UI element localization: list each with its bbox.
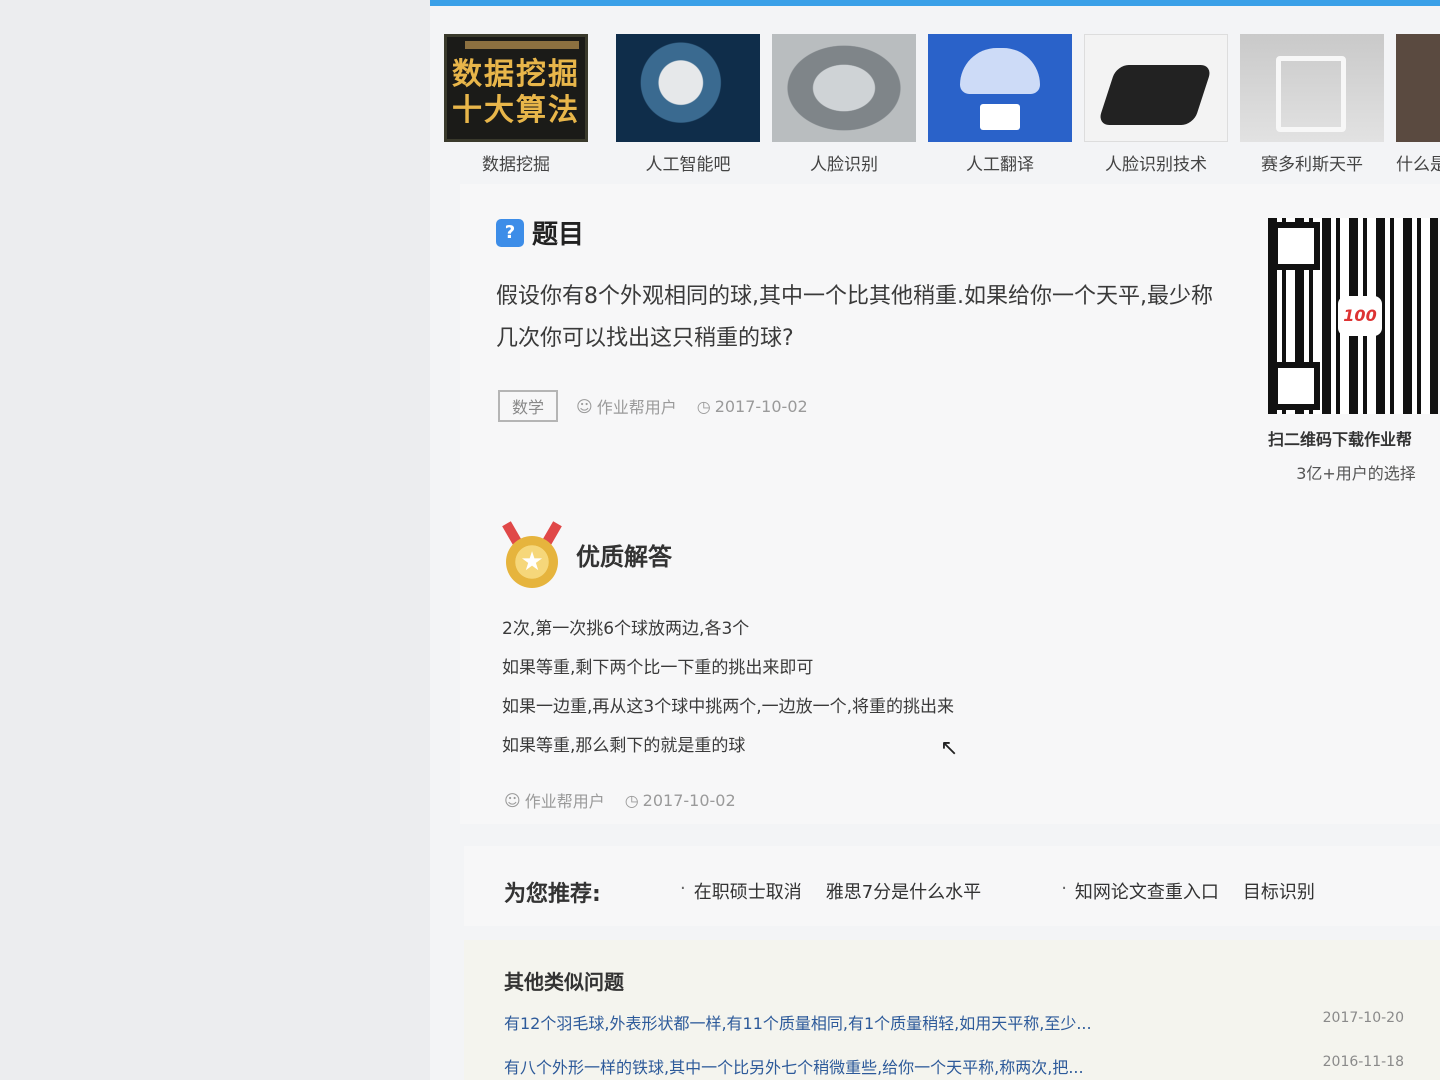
banner-caption: 人脸识别技术	[1105, 155, 1207, 175]
monitor-icon	[980, 104, 1020, 130]
mouse-cursor-icon: ↖	[940, 736, 959, 761]
tablet-device-icon	[1097, 65, 1213, 125]
bullet-icon: ·	[1061, 878, 1067, 899]
recommend-link[interactable]: 知网论文查重入口	[1075, 878, 1219, 904]
related-topics-banner: 数据挖掘 十大算法 数据挖掘 人工智能吧 人脸识别 人工翻译 人脸识别技术 赛多…	[444, 34, 1440, 184]
answer-line: 如果等重,那么剩下的就是重的球	[502, 736, 746, 756]
app-logo-icon: 100	[1338, 296, 1382, 336]
user-icon: ☺	[576, 396, 593, 416]
banner-caption: 人工翻译	[966, 155, 1034, 175]
page-content: 数据挖掘 十大算法 数据挖掘 人工智能吧 人脸识别 人工翻译 人脸识别技术 赛多…	[430, 6, 1440, 1080]
banner-item-ai-forum[interactable]: 人工智能吧	[616, 34, 760, 184]
user-icon: ☺	[504, 790, 521, 810]
question-user: 作业帮用户	[596, 398, 677, 417]
banner-item-face-recognition[interactable]: 人脸识别	[772, 34, 916, 184]
recommend-link[interactable]: 目标识别	[1243, 878, 1315, 904]
answer-line: 2次,第一次挑6个球放两边,各3个	[502, 619, 750, 639]
face-mesh-thumbnail	[772, 34, 916, 142]
answer-section-title: 优质解答	[576, 542, 672, 571]
answer-line: 如果等重,剩下两个比一下重的挑出来即可	[502, 658, 814, 678]
similar-questions-card: 其他类似问题 有12个羽毛球,外表形状都一样,有11个质量相同,有1个质量稍轻,…	[464, 940, 1440, 1080]
clock-icon: ◷	[696, 396, 711, 416]
question-date: 2017-10-02	[714, 396, 808, 416]
photo-thumbnail	[1396, 34, 1440, 142]
answer-user: 作业帮用户	[524, 792, 605, 811]
qr-caption-sub: 3亿+用户的选择	[1296, 464, 1416, 483]
similar-question-link[interactable]: 有12个羽毛球,外表形状都一样,有11个质量相同,有1个质量稍轻,如用天平称,至…	[504, 1014, 1092, 1033]
subject-tag[interactable]: 数学	[498, 390, 559, 422]
scale-icon	[1276, 56, 1346, 132]
similar-row[interactable]: 有12个羽毛球,外表形状都一样,有11个质量相同,有1个质量稍轻,如用天平称,至…	[504, 1010, 1404, 1034]
answer-meta: ☺ 作业帮用户 ◷ 2017-10-02	[504, 788, 736, 812]
medal-disc: ★	[506, 536, 558, 588]
app-download-qr: 100 扫二维码下载作业帮 3亿+用户的选择	[1268, 218, 1440, 484]
question-text: 假设你有8个外观相同的球,其中一个比其他稍重.如果给你一个天平,最少称几次你可以…	[496, 284, 1213, 351]
recommend-link[interactable]: 雅思7分是什么水平	[826, 878, 981, 904]
recommend-list: · 在职硕士取消 雅思7分是什么水平 · 知网论文查重入口 目标识别	[680, 878, 1339, 904]
banner-item-truncated[interactable]: 什么是	[1396, 34, 1440, 184]
banner-item-face-tech[interactable]: 人脸识别技术	[1084, 34, 1228, 184]
similar-date: 2017-10-20	[1322, 1010, 1404, 1026]
cloud-network-thumbnail	[928, 34, 1072, 142]
qr-caption-main: 扫二维码下载作业帮	[1268, 430, 1413, 449]
question-header: ? 题目	[496, 214, 584, 251]
recommend-card: 为您推荐: · 在职硕士取消 雅思7分是什么水平 · 知网论文查重入口 目标识别	[464, 846, 1440, 926]
question-section-title: 题目	[532, 220, 585, 250]
similar-date: 2016-11-18	[1322, 1054, 1404, 1070]
qr-code[interactable]: 100	[1268, 218, 1438, 414]
similar-row[interactable]: 有八个外形一样的铁球,其中一个比另外七个稍微重些,给你一个天平称,称两次,把..…	[504, 1054, 1404, 1078]
answer-line: 如果一边重,再从这3个球中挑两个,一边放一个,将重的挑出来	[502, 697, 955, 717]
answer-date: 2017-10-02	[642, 790, 736, 810]
cover-title-line1: 数据挖掘	[452, 57, 580, 92]
similar-title: 其他类似问题	[504, 970, 624, 994]
banner-item-translation[interactable]: 人工翻译	[928, 34, 1072, 184]
question-card: ? 题目 假设你有8个外观相同的球,其中一个比其他稍重.如果给你一个天平,最少称…	[460, 184, 1440, 824]
balance-thumbnail	[1240, 34, 1384, 142]
medal-icon: ★	[500, 521, 564, 588]
banner-item-balance[interactable]: 赛多利斯天平	[1240, 34, 1384, 184]
recommend-link[interactable]: 在职硕士取消	[694, 878, 802, 904]
device-thumbnail	[1084, 34, 1228, 142]
banner-caption: 什么是	[1396, 155, 1440, 175]
bullet-icon: ·	[680, 878, 686, 899]
banner-caption: 赛多利斯天平	[1261, 155, 1363, 175]
recommend-label: 为您推荐:	[504, 882, 601, 907]
question-meta: 数学 ☺ 作业帮用户 ◷ 2017-10-02	[498, 390, 808, 422]
question-mark-icon: ?	[496, 218, 524, 247]
answer-header: ★ 优质解答	[500, 521, 672, 588]
robot-thumbnail	[616, 34, 760, 142]
cover-top-strip	[465, 41, 579, 49]
book-cover-thumbnail: 数据挖掘 十大算法	[444, 34, 588, 142]
clock-icon: ◷	[624, 790, 639, 810]
banner-item-data-mining[interactable]: 数据挖掘 十大算法 数据挖掘	[444, 34, 588, 184]
answer-body: 2次,第一次挑6个球放两边,各3个 如果等重,剩下两个比一下重的挑出来即可 如果…	[502, 610, 1122, 766]
similar-question-link[interactable]: 有八个外形一样的铁球,其中一个比另外七个稍微重些,给你一个天平称,称两次,把..…	[504, 1058, 1084, 1077]
banner-caption: 人脸识别	[810, 155, 878, 175]
cloud-icon	[960, 48, 1040, 94]
banner-caption: 数据挖掘	[482, 155, 550, 175]
cover-title-line2: 十大算法	[452, 93, 580, 128]
banner-caption: 人工智能吧	[645, 155, 731, 175]
